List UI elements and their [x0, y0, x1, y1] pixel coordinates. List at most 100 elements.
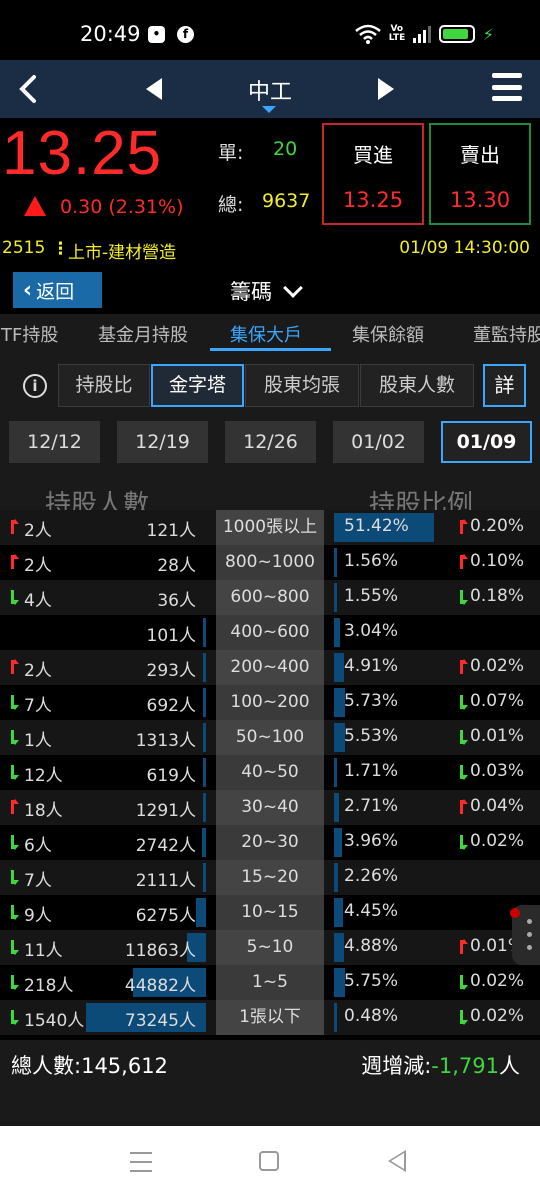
header-holders: 持股人數 [45, 490, 150, 510]
date-button[interactable]: 12/26 [225, 421, 316, 463]
sell-button[interactable]: 賣出 13.30 [429, 123, 531, 225]
subtab-holder-count[interactable]: 股東人數 [360, 364, 474, 407]
buy-price: 13.25 [342, 188, 404, 212]
holding-ratio: 51.42% [344, 516, 409, 536]
decrease-arrow-icon [11, 835, 19, 850]
table-row[interactable]: 4人 36人 600~800 1.55% 0.18% [0, 580, 540, 615]
buy-label: 買進 [353, 143, 393, 167]
status-time: 20:49 [80, 22, 141, 46]
holder-change: 9人 [24, 906, 52, 926]
previous-stock-icon[interactable] [146, 78, 162, 100]
table-row[interactable]: 7人 692人 100~200 5.73% 0.07% [0, 685, 540, 720]
table-row[interactable]: 101人 400~600 3.04% [0, 615, 540, 650]
decrease-arrow-icon [11, 905, 19, 920]
ratio-bar [334, 618, 340, 647]
bottom-spacer [0, 1090, 540, 1126]
table-row[interactable]: 2人 121人 1000張以上 51.42% 0.20% [0, 510, 540, 545]
holding-ratio: 1.55% [344, 586, 399, 606]
tab-director-holdings[interactable]: 董監持股 [473, 321, 540, 347]
table-row[interactable]: 1人 1313人 50~100 5.53% 0.01% [0, 720, 540, 755]
tab-major-shareholders[interactable]: 集保大戶 [230, 321, 302, 347]
price-up-icon [24, 196, 46, 216]
decrease-arrow-icon [460, 730, 468, 745]
table-row[interactable]: 7人 2111人 15~20 2.26% [0, 860, 540, 895]
increase-arrow-icon [460, 554, 468, 569]
share-range: 800~1000 [216, 545, 324, 580]
holder-change: 18人 [24, 801, 63, 821]
back-icon[interactable] [10, 69, 50, 109]
active-tab-indicator [210, 348, 331, 351]
tab-custody-balance[interactable]: 集保餘額 [352, 321, 424, 347]
increase-arrow-icon [11, 659, 19, 674]
decrease-arrow-icon [11, 870, 19, 885]
view-selector[interactable]: 籌碼 [230, 276, 303, 306]
date-button-selected[interactable]: 01/09 [441, 421, 532, 463]
info-icon[interactable]: i [23, 374, 47, 398]
holder-count: 1313人 [135, 731, 196, 751]
recent-apps-icon[interactable] [130, 1152, 152, 1172]
holder-count: 36人 [157, 591, 196, 611]
table-row[interactable]: 1540人 73245人 1張以下 0.48% 0.02% [0, 1000, 540, 1035]
detail-button[interactable]: 詳 [483, 364, 526, 407]
ratio-change: 0.02% [470, 1006, 525, 1026]
decrease-arrow-icon [460, 835, 468, 850]
date-button[interactable]: 01/02 [333, 421, 424, 463]
category-tabs: TF持股 基金月持股 集保大戶 集保餘額 董監持股 [0, 314, 540, 352]
table-row[interactable]: 2人 28人 800~1000 1.56% 0.10% [0, 545, 540, 580]
view-selector-label: 籌碼 [230, 280, 272, 304]
ratio-change: 0.20% [470, 516, 525, 536]
return-button[interactable]: ‹ 返回 [13, 272, 102, 308]
increase-arrow-icon [460, 519, 468, 534]
holder-change: 7人 [24, 871, 52, 891]
ratio-change: 0.02% [470, 971, 525, 991]
volte-icon: Vo LTE [388, 24, 406, 43]
table-row[interactable]: 18人 1291人 30~40 2.71% 0.04% [0, 790, 540, 825]
tab-fund-monthly-holdings[interactable]: 基金月持股 [98, 321, 188, 347]
subtab-avg-shares[interactable]: 股東均張 [245, 364, 359, 407]
menu-icon[interactable] [492, 73, 522, 101]
table-row[interactable]: 11人 11863人 5~10 4.88% 0.01% [0, 930, 540, 965]
holder-change: 7人 [24, 696, 52, 716]
date-button[interactable]: 12/12 [9, 421, 100, 463]
subtab-holding-ratio[interactable]: 持股比 [58, 364, 150, 407]
home-icon[interactable] [259, 1151, 279, 1171]
holding-ratio: 4.91% [344, 656, 399, 676]
share-range: 600~800 [216, 580, 324, 615]
share-range: 10~15 [216, 895, 324, 930]
weekly-change-value: -1,791 [431, 1054, 499, 1078]
table-row[interactable]: 218人 44882人 1~5 5.75% 0.02% [0, 965, 540, 1000]
increase-arrow-icon [11, 519, 19, 534]
chevron-down-icon [283, 278, 303, 298]
table-row[interactable]: 2人 293人 200~400 4.91% 0.02% [0, 650, 540, 685]
notification-dot [510, 908, 520, 918]
nav-back-icon[interactable] [388, 1150, 406, 1172]
quote-datetime: 01/09 14:30:00 [399, 238, 530, 258]
share-range: 1張以下 [216, 1000, 324, 1035]
decrease-arrow-icon [11, 730, 19, 745]
holding-ratio: 2.26% [344, 866, 399, 886]
next-stock-icon[interactable] [378, 78, 394, 100]
stock-name[interactable]: 中工 [220, 74, 320, 106]
buy-button[interactable]: 買進 13.25 [322, 123, 424, 225]
tab-tf-holdings[interactable]: TF持股 [1, 321, 58, 347]
status-bar: 20:49 • f Vo LTE ⚡ [0, 0, 540, 60]
title-bar: 中工 [0, 60, 540, 118]
table-row[interactable]: 6人 2742人 20~30 3.96% 0.02% [0, 825, 540, 860]
ratio-bar [334, 548, 337, 577]
holder-count: 28人 [157, 556, 196, 576]
holder-count: 11863人 [124, 941, 196, 961]
table-row[interactable]: 9人 6275人 10~15 4.45% [0, 895, 540, 930]
stock-info-row: 2515 ⋮ 上市-建材營造 01/09 14:30:00 [0, 236, 540, 263]
decrease-arrow-icon [11, 695, 19, 710]
holding-ratio: 1.56% [344, 551, 399, 571]
signal-icon [412, 25, 431, 43]
sell-label: 賣出 [460, 143, 500, 167]
subtab-pyramid[interactable]: 金字塔 [151, 364, 244, 407]
holder-change: 1540人 [24, 1011, 85, 1031]
table-row[interactable]: 12人 619人 40~50 1.71% 0.03% [0, 755, 540, 790]
more-info-icon[interactable]: ⋮ [52, 239, 69, 259]
date-button[interactable]: 12/19 [117, 421, 208, 463]
holder-count: 101人 [146, 626, 196, 646]
weekly-change-label: 週增減: [361, 1054, 432, 1078]
holder-count: 6275人 [135, 906, 196, 926]
